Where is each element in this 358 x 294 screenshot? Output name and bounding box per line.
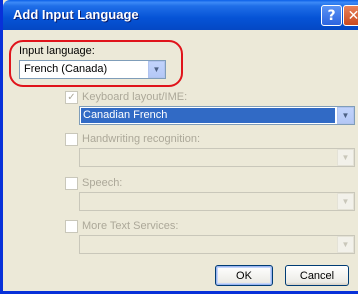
keyboard-layout-label: Keyboard layout/IME: xyxy=(82,91,188,103)
check-icon: ✓ xyxy=(67,91,76,103)
handwriting-select[interactable]: ▼ xyxy=(79,148,355,167)
speech-select[interactable]: ▼ xyxy=(79,192,355,211)
chevron-down-icon[interactable]: ▼ xyxy=(337,149,354,166)
keyboard-layout-value: Canadian French xyxy=(81,108,335,123)
help-button[interactable]: ? xyxy=(321,5,342,26)
chevron-down-icon[interactable]: ▼ xyxy=(337,236,354,253)
dialog-window: Add Input Language ? ✕ Input language: F… xyxy=(0,0,358,294)
text-services-label: More Text Services: xyxy=(82,220,179,232)
highlight-ring xyxy=(9,40,183,87)
help-icon: ? xyxy=(327,7,336,24)
chevron-down-icon[interactable]: ▼ xyxy=(337,193,354,210)
speech-label: Speech: xyxy=(82,177,123,189)
dialog-title: Add Input Language xyxy=(13,7,139,22)
handwriting-checkbox[interactable] xyxy=(65,133,78,146)
keyboard-layout-select[interactable]: Canadian French ▼ xyxy=(79,106,355,125)
title-bar[interactable]: Add Input Language ? ✕ xyxy=(3,0,358,30)
keyboard-layout-checkbox[interactable]: ✓ xyxy=(65,91,78,104)
close-icon: ✕ xyxy=(347,7,358,24)
chevron-down-icon[interactable]: ▼ xyxy=(337,107,354,124)
cancel-button[interactable]: Cancel xyxy=(285,265,349,286)
text-services-select[interactable]: ▼ xyxy=(79,235,355,254)
text-services-checkbox[interactable] xyxy=(65,220,78,233)
speech-checkbox[interactable] xyxy=(65,177,78,190)
handwriting-label: Handwriting recognition: xyxy=(82,133,201,145)
close-button[interactable]: ✕ xyxy=(343,5,358,26)
ok-button[interactable]: OK xyxy=(215,265,273,286)
